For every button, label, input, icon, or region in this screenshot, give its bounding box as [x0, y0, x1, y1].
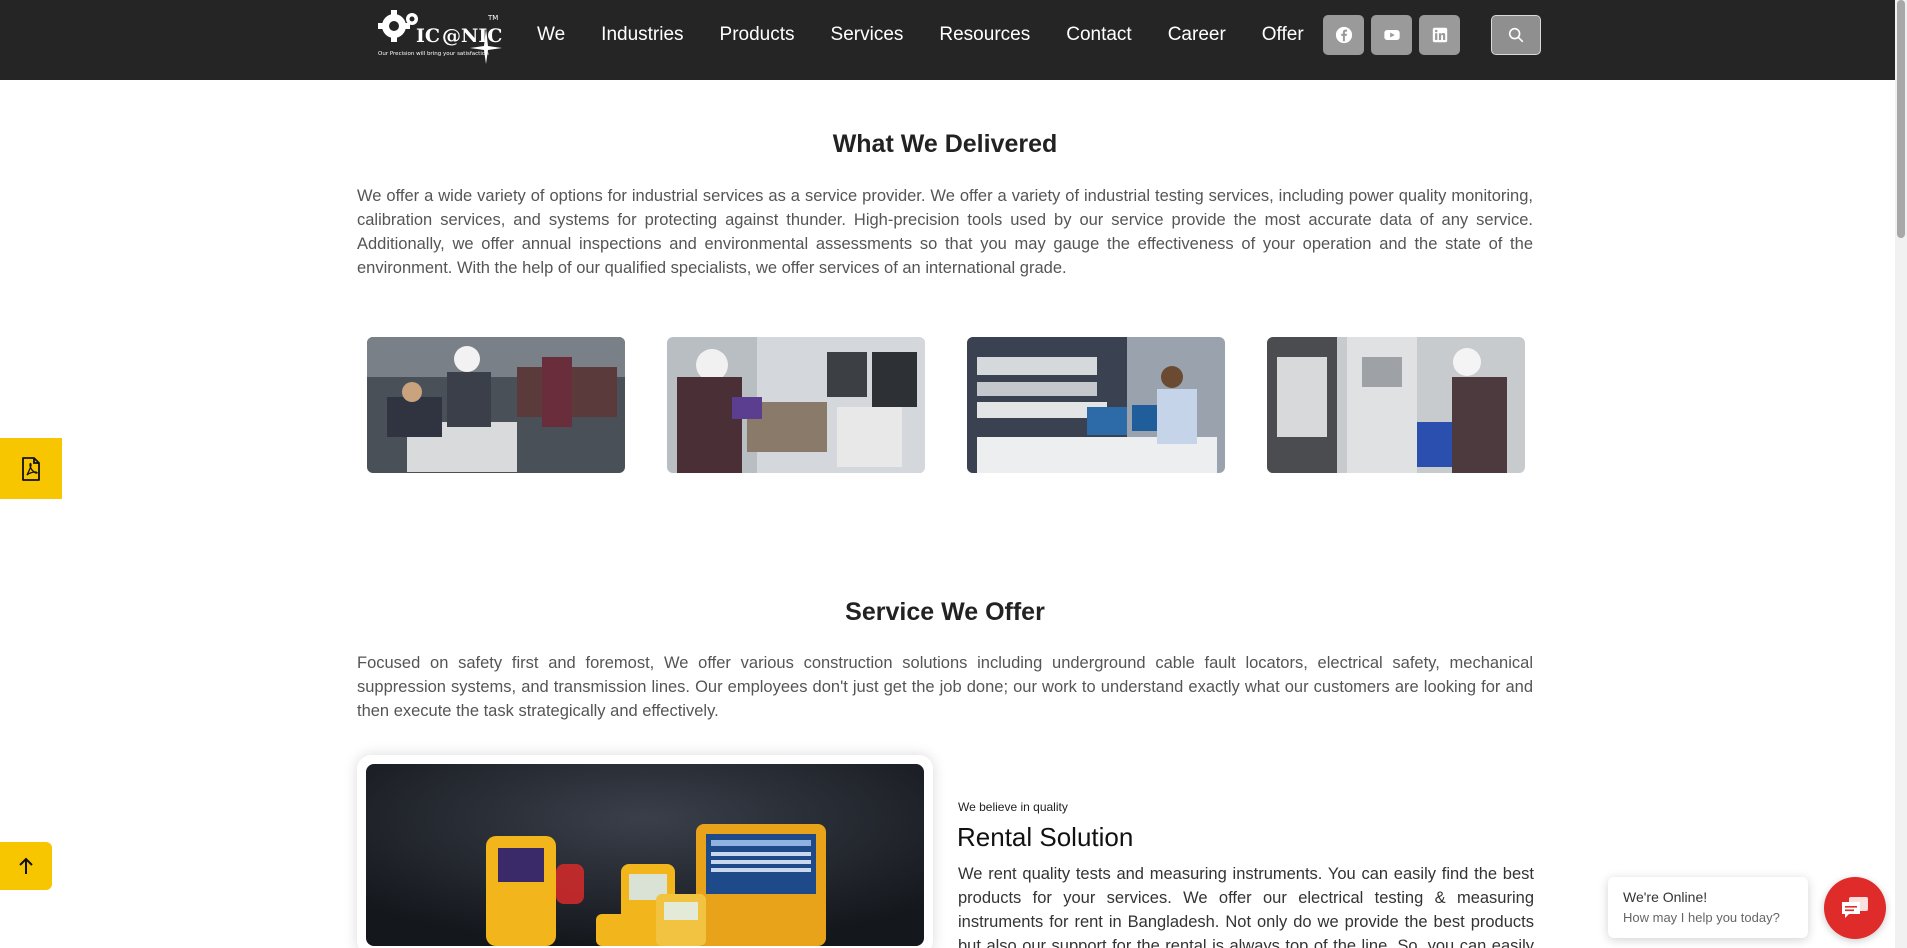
rental-title: Rental Solution	[957, 822, 1134, 852]
nav-item-products[interactable]: Products	[720, 24, 795, 46]
service-photo-4	[1267, 337, 1525, 473]
svg-text:TM: TM	[487, 14, 498, 22]
scrollbar-thumb[interactable]	[1897, 0, 1905, 238]
rental-feature-image	[357, 755, 933, 948]
service-photo-2	[667, 337, 925, 473]
delivered-title: What We Delivered	[832, 130, 1058, 158]
nav-item-offer[interactable]: Offer	[1262, 24, 1304, 46]
svg-text:IC: IC	[416, 25, 440, 47]
service-photo-3	[967, 337, 1225, 473]
nav-item-career[interactable]: Career	[1168, 24, 1226, 46]
rental-kicker: We believe in quality	[958, 800, 1068, 814]
back-to-top-button[interactable]	[0, 842, 52, 890]
service-title: Service We Offer	[845, 598, 1045, 626]
chat-icon	[1842, 897, 1868, 918]
delivered-body: We offer a wide variety of options for i…	[357, 187, 1533, 277]
nav-item-services[interactable]: Services	[831, 24, 904, 46]
chat-button[interactable]	[1824, 877, 1886, 939]
main-nav: We Industries Products Services Resource…	[537, 0, 1340, 70]
facebook-button[interactable]	[1323, 15, 1364, 55]
facebook-icon	[1335, 26, 1352, 44]
nav-item-resources[interactable]: Resources	[939, 24, 1030, 46]
search-button[interactable]	[1491, 15, 1541, 55]
pdf-file-icon	[22, 456, 40, 481]
page-scrollbar[interactable]	[1895, 0, 1907, 948]
site-header: IC @NIC TM Our Precision will bring your…	[0, 0, 1895, 80]
pdf-download-button[interactable]	[0, 438, 62, 499]
rental-body: We rent quality tests and measuring inst…	[958, 865, 1534, 948]
chat-prompt: How may I help you today?	[1623, 910, 1780, 925]
youtube-icon	[1383, 30, 1400, 40]
chat-status: We're Online!	[1623, 889, 1708, 905]
linkedin-button[interactable]	[1419, 15, 1460, 55]
search-icon	[1508, 27, 1524, 43]
service-photo-1	[367, 337, 625, 473]
nav-item-industries[interactable]: Industries	[601, 24, 683, 46]
arrow-up-icon	[19, 857, 33, 874]
svg-text:@NIC: @NIC	[442, 25, 502, 47]
service-body: Focused on safety first and foremost, We…	[357, 654, 1533, 720]
svg-text:Our Precision will bring your: Our Precision will bring your satisfacti…	[378, 51, 489, 57]
brand-logo[interactable]: IC @NIC TM Our Precision will bring your…	[376, 6, 508, 64]
nav-item-we[interactable]: We	[537, 24, 565, 46]
nav-item-contact[interactable]: Contact	[1066, 24, 1131, 46]
youtube-button[interactable]	[1371, 15, 1412, 55]
chat-greeting[interactable]: We're Online! How may I help you today?	[1608, 877, 1808, 938]
linkedin-icon	[1432, 27, 1447, 43]
